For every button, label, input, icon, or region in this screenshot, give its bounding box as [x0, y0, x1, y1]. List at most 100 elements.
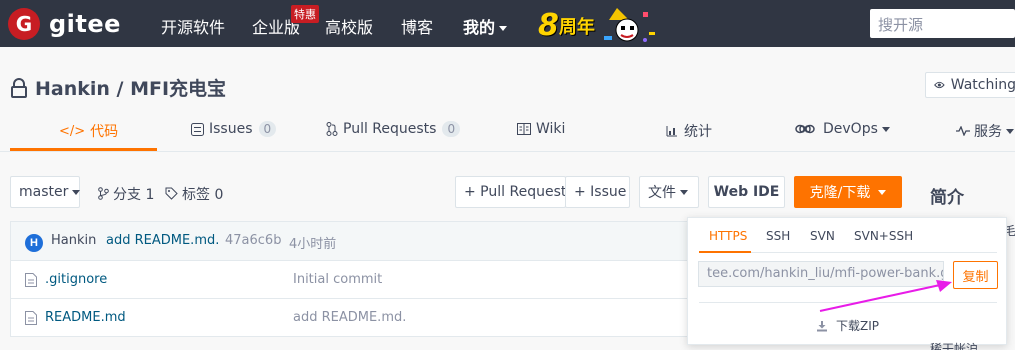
new-pull-request-label: + Pull Request — [464, 184, 567, 200]
tab-wiki[interactable]: Wiki — [517, 121, 565, 137]
watching-label: Watching — [950, 77, 1015, 93]
tab-service[interactable]: 服务 — [956, 121, 1014, 141]
promo-badge: 特惠 — [291, 5, 319, 23]
commit-time: 4小时前 — [289, 237, 337, 252]
intro-heading: 简介 — [930, 188, 964, 208]
repo-title: Hankin / MFI充电宝 — [10, 74, 226, 101]
pull-request-icon — [326, 122, 338, 136]
file-commit-message[interactable]: add README.md. — [293, 310, 406, 325]
file-name: .gitignore — [45, 272, 108, 287]
chevron-down-icon — [680, 189, 688, 195]
tab-pull-requests-label: Pull Requests — [343, 121, 437, 137]
avatar[interactable]: H — [25, 234, 43, 252]
clone-download-button[interactable]: 克隆/下载 — [794, 176, 902, 208]
nav-open-source[interactable]: 开源软件 — [161, 14, 225, 38]
tags-link[interactable]: 标签 0 — [165, 184, 223, 204]
sidebar-text-fragment: 稀干帐沪 — [930, 342, 979, 350]
tab-devops[interactable]: DevOps — [795, 121, 890, 137]
new-issue-label: + Issue — [574, 184, 627, 200]
tags-count: 标签 0 — [182, 187, 224, 203]
branch-select[interactable]: master — [10, 176, 81, 208]
repo-name[interactable]: Hankin / MFI充电宝 — [35, 74, 226, 101]
branches-count: 分支 1 — [113, 187, 155, 203]
party-mascot-icon — [603, 8, 655, 42]
tab-wiki-label: Wiki — [536, 121, 566, 137]
code-icon: </> — [59, 123, 86, 139]
clone-download-label: 克隆/下载 — [809, 185, 871, 201]
chevron-down-icon — [881, 126, 890, 132]
repo-tabs: </> 代码 Issues 0 Pull Requests 0 Wiki 统计 Dev… — [0, 110, 1015, 152]
stats-icon — [666, 126, 677, 137]
table-row: .gitignore Initial commit — [10, 261, 690, 299]
clone-tab-active-indicator — [699, 251, 751, 253]
latest-commit-bar: H Hankin add README.md. 47a6c6b 4小时前 — [10, 221, 690, 261]
file-link[interactable]: .gitignore — [25, 272, 107, 287]
file-name: README.md — [45, 310, 126, 325]
commit-message[interactable]: add README.md. — [106, 233, 219, 248]
tab-devops-label: DevOps — [823, 121, 878, 137]
issues-icon — [191, 122, 204, 136]
gitee-logo[interactable]: G gitee — [8, 8, 121, 40]
new-pull-request-button[interactable]: + Pull Request — [455, 176, 566, 208]
download-zip-label: 下载ZIP — [836, 319, 879, 333]
anniversary-number: 8 — [538, 8, 559, 43]
tab-issues[interactable]: Issues 0 — [191, 121, 277, 137]
tab-code-label: 代码 — [90, 124, 119, 140]
clone-tab-svn-ssh[interactable]: SVN+SSH — [854, 229, 913, 243]
file-menu-button[interactable]: 文件 — [639, 176, 699, 208]
chevron-down-icon — [499, 26, 508, 31]
download-zip-link[interactable]: 下载ZIP — [816, 317, 879, 334]
tab-code[interactable]: </> 代码 — [59, 121, 118, 141]
lock-icon — [11, 77, 27, 98]
issues-count-badge: 0 — [258, 121, 277, 137]
nav-mine-label: 我的 — [463, 18, 496, 37]
branch-icon — [98, 187, 109, 200]
tab-issues-label: Issues — [209, 121, 253, 137]
tab-pull-requests[interactable]: Pull Requests 0 — [326, 121, 461, 137]
file-link[interactable]: README.md — [25, 310, 126, 325]
clone-tab-svn[interactable]: SVN — [810, 229, 835, 243]
gitee-logo-text: gitee — [49, 10, 121, 38]
clone-dropdown-panel: HTTPS SSH SVN SVN+SSH tee.com/hankin_liu… — [687, 217, 1007, 345]
clone-panel-divider — [699, 302, 997, 303]
nav-blog[interactable]: 博客 — [401, 14, 433, 38]
new-issue-button[interactable]: + Issue — [565, 176, 630, 208]
eye-icon — [934, 81, 945, 89]
web-ide-button[interactable]: Web IDE — [708, 176, 785, 208]
wiki-icon — [517, 123, 531, 135]
chevron-down-icon — [72, 189, 81, 195]
anniversary-text: 周年 — [558, 17, 595, 38]
tab-service-label: 服务 — [974, 124, 1002, 140]
table-row: README.md add README.md. — [10, 299, 690, 337]
web-ide-label: Web IDE — [713, 184, 780, 200]
gitee-logo-icon: G — [8, 8, 40, 40]
search-input[interactable]: 搜开源 — [870, 9, 1015, 38]
clone-tab-https[interactable]: HTTPS — [709, 229, 747, 243]
service-icon — [956, 126, 970, 136]
clone-tab-ssh[interactable]: SSH — [766, 229, 790, 243]
file-icon — [25, 272, 37, 287]
watching-button[interactable]: Watching — [925, 72, 1015, 98]
file-icon — [25, 310, 37, 325]
file-menu-label: 文件 — [648, 185, 676, 201]
clone-url-input[interactable]: tee.com/hankin_liu/mfi-power-bank.git — [698, 261, 944, 287]
nav-university[interactable]: 高校版 — [325, 14, 373, 38]
active-tab-indicator — [10, 148, 157, 151]
commit-author[interactable]: Hankin — [51, 233, 96, 248]
commit-hash[interactable]: 47a6c6b — [225, 233, 281, 248]
devops-icon — [795, 124, 815, 134]
file-commit-message[interactable]: Initial commit — [293, 272, 382, 287]
tag-icon — [165, 187, 178, 200]
branches-link[interactable]: 分支 1 — [98, 184, 154, 204]
pull-requests-count-badge: 0 — [442, 121, 461, 137]
branch-label: master — [19, 184, 69, 200]
copy-url-button[interactable]: 复制 — [953, 261, 998, 289]
tab-stats[interactable]: 统计 — [666, 121, 712, 141]
top-navbar: G gitee 开源软件 企业版 特惠 高校版 博客 我的 8 周年 搜开源 — [0, 0, 1015, 47]
anniversary-banner[interactable]: 8 周年 — [538, 6, 659, 46]
tab-stats-label: 统计 — [684, 124, 712, 140]
nav-mine-menu[interactable]: 我的 — [463, 14, 508, 38]
chevron-down-icon — [878, 189, 887, 195]
download-icon — [817, 320, 827, 331]
chevron-down-icon — [1006, 128, 1014, 134]
